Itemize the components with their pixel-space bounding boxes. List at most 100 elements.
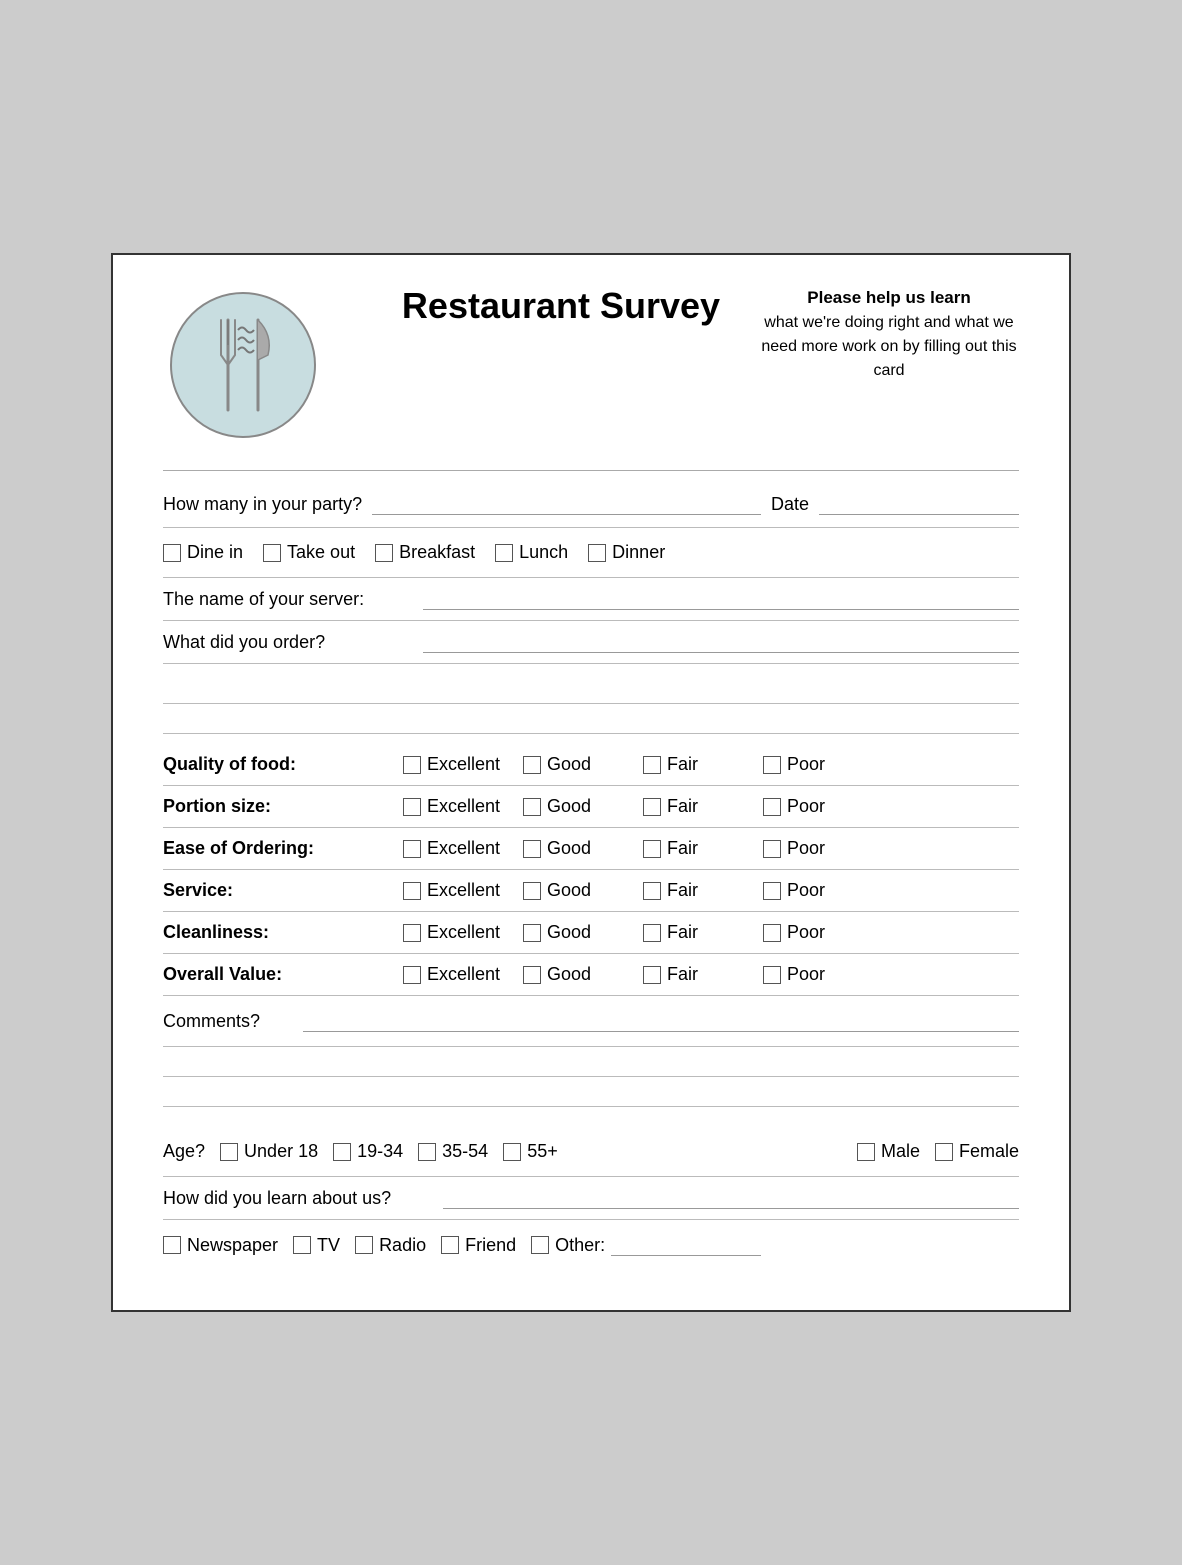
service-poor[interactable]: Poor (763, 880, 863, 901)
rating-ordering-options: Excellent Good Fair Poor (403, 838, 1019, 859)
male-checkbox[interactable] (857, 1143, 875, 1161)
portion-fair[interactable]: Fair (643, 796, 743, 817)
under18-checkbox[interactable] (220, 1143, 238, 1161)
friend-label: Friend (465, 1235, 516, 1256)
portion-excellent[interactable]: Excellent (403, 796, 503, 817)
value-excellent-cb[interactable] (403, 966, 421, 984)
cb-dinner[interactable]: Dinner (588, 542, 665, 563)
portion-good-cb[interactable] (523, 798, 541, 816)
food-good-cb[interactable] (523, 756, 541, 774)
server-input[interactable] (423, 588, 1019, 610)
newspaper-checkbox[interactable] (163, 1236, 181, 1254)
lunch-checkbox[interactable] (495, 544, 513, 562)
food-fair-cb[interactable] (643, 756, 661, 774)
comment-line-1 (163, 1047, 1019, 1077)
cb-friend[interactable]: Friend (441, 1235, 516, 1256)
service-good[interactable]: Good (523, 880, 623, 901)
ordering-fair-cb[interactable] (643, 840, 661, 858)
rating-cleanliness: Cleanliness: Excellent Good Fair Poor (163, 912, 1019, 954)
other-checkbox[interactable] (531, 1236, 549, 1254)
portion-poor[interactable]: Poor (763, 796, 863, 817)
cb-male[interactable]: Male (857, 1141, 920, 1162)
value-good[interactable]: Good (523, 964, 623, 985)
cb-take-out[interactable]: Take out (263, 542, 355, 563)
service-good-cb[interactable] (523, 882, 541, 900)
ordering-fair[interactable]: Fair (643, 838, 743, 859)
rating-cleanliness-label: Cleanliness: (163, 922, 403, 943)
rating-food: Quality of food: Excellent Good Fair Poo… (163, 744, 1019, 786)
food-poor-cb[interactable] (763, 756, 781, 774)
ordering-poor[interactable]: Poor (763, 838, 863, 859)
ordering-good[interactable]: Good (523, 838, 623, 859)
ordering-excellent-cb[interactable] (403, 840, 421, 858)
service-excellent[interactable]: Excellent (403, 880, 503, 901)
ordering-good-cb[interactable] (523, 840, 541, 858)
cleanliness-fair-cb[interactable] (643, 924, 661, 942)
food-excellent-cb[interactable] (403, 756, 421, 774)
cleanliness-poor-cb[interactable] (763, 924, 781, 942)
cb-under18[interactable]: Under 18 (220, 1141, 318, 1162)
dine-in-checkbox[interactable] (163, 544, 181, 562)
order-input[interactable] (423, 631, 1019, 653)
food-excellent[interactable]: Excellent (403, 754, 503, 775)
female-checkbox[interactable] (935, 1143, 953, 1161)
tv-label: TV (317, 1235, 340, 1256)
cb-dine-in[interactable]: Dine in (163, 542, 243, 563)
portion-fair-cb[interactable] (643, 798, 661, 816)
service-poor-cb[interactable] (763, 882, 781, 900)
cb-lunch[interactable]: Lunch (495, 542, 568, 563)
dine-in-label: Dine in (187, 542, 243, 563)
cleanliness-fair[interactable]: Fair (643, 922, 743, 943)
service-fair[interactable]: Fair (643, 880, 743, 901)
rating-ordering-label: Ease of Ordering: (163, 838, 403, 859)
food-good[interactable]: Good (523, 754, 623, 775)
rating-ordering: Ease of Ordering: Excellent Good Fair Po… (163, 828, 1019, 870)
cb-other[interactable]: Other: (531, 1234, 761, 1256)
extra-lines (163, 674, 1019, 734)
rating-service-options: Excellent Good Fair Poor (403, 880, 1019, 901)
cleanliness-excellent-cb[interactable] (403, 924, 421, 942)
value-poor-cb[interactable] (763, 966, 781, 984)
cleanliness-good-cb[interactable] (523, 924, 541, 942)
dinner-checkbox[interactable] (588, 544, 606, 562)
cb-breakfast[interactable]: Breakfast (375, 542, 475, 563)
55plus-checkbox[interactable] (503, 1143, 521, 1161)
rating-value-options: Excellent Good Fair Poor (403, 964, 1019, 985)
service-excellent-cb[interactable] (403, 882, 421, 900)
cleanliness-good[interactable]: Good (523, 922, 623, 943)
comments-input[interactable] (303, 1010, 1019, 1032)
3554-checkbox[interactable] (418, 1143, 436, 1161)
food-poor[interactable]: Poor (763, 754, 863, 775)
portion-good[interactable]: Good (523, 796, 623, 817)
cb-female[interactable]: Female (935, 1141, 1019, 1162)
portion-poor-cb[interactable] (763, 798, 781, 816)
ordering-excellent[interactable]: Excellent (403, 838, 503, 859)
cleanliness-excellent[interactable]: Excellent (403, 922, 503, 943)
55plus-label: 55+ (527, 1141, 558, 1162)
value-fair[interactable]: Fair (643, 964, 743, 985)
take-out-checkbox[interactable] (263, 544, 281, 562)
value-poor[interactable]: Poor (763, 964, 863, 985)
radio-checkbox[interactable] (355, 1236, 373, 1254)
cb-tv[interactable]: TV (293, 1235, 340, 1256)
other-input[interactable] (611, 1234, 761, 1256)
portion-excellent-cb[interactable] (403, 798, 421, 816)
breakfast-checkbox[interactable] (375, 544, 393, 562)
learn-cb-row: Newspaper TV Radio Friend Other: (163, 1220, 1019, 1270)
tv-checkbox[interactable] (293, 1236, 311, 1254)
value-excellent[interactable]: Excellent (403, 964, 503, 985)
ordering-poor-cb[interactable] (763, 840, 781, 858)
cb-newspaper[interactable]: Newspaper (163, 1235, 278, 1256)
cleanliness-poor[interactable]: Poor (763, 922, 863, 943)
food-fair[interactable]: Fair (643, 754, 743, 775)
1934-checkbox[interactable] (333, 1143, 351, 1161)
value-fair-cb[interactable] (643, 966, 661, 984)
friend-checkbox[interactable] (441, 1236, 459, 1254)
value-good-cb[interactable] (523, 966, 541, 984)
cb-1934[interactable]: 19-34 (333, 1141, 403, 1162)
1934-label: 19-34 (357, 1141, 403, 1162)
service-fair-cb[interactable] (643, 882, 661, 900)
cb-radio[interactable]: Radio (355, 1235, 426, 1256)
cb-3554[interactable]: 35-54 (418, 1141, 488, 1162)
cb-55plus[interactable]: 55+ (503, 1141, 558, 1162)
